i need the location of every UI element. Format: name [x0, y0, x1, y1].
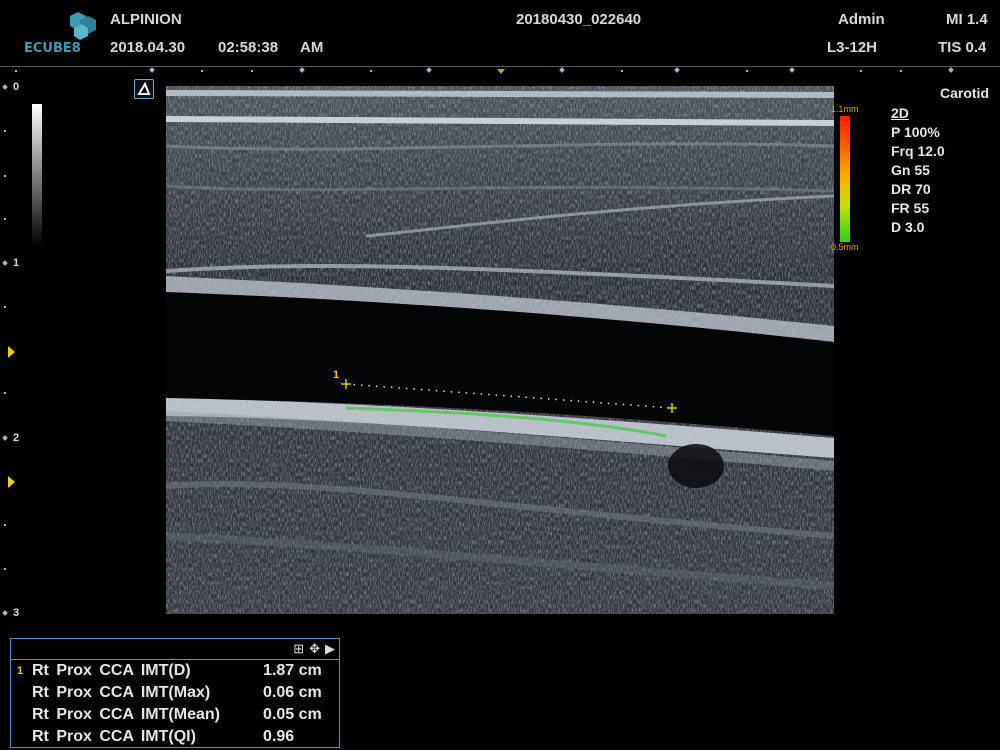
- result-index: 1: [17, 665, 24, 677]
- result-row[interactable]: Rt Prox CCA IMT(Mean) 0.05 cm: [11, 704, 339, 726]
- result-name: Rt Prox CCA IMT(D): [32, 662, 191, 679]
- imaging-mode: 2D: [891, 105, 909, 121]
- focus-marker-icon: [8, 476, 15, 488]
- param-frequency: Frq 12.0: [891, 143, 945, 159]
- study-id: 20180430_022640: [516, 11, 642, 28]
- depth-label: 3: [13, 607, 20, 619]
- depth-label: 2: [13, 432, 20, 444]
- collapse-arrow-icon[interactable]: ▶: [325, 641, 335, 656]
- result-value: 0.06 cm: [263, 684, 322, 701]
- param-power: P 100%: [891, 124, 940, 140]
- result-row[interactable]: Rt Prox CCA IMT(QI) 0.96: [11, 726, 339, 748]
- measurement-results-panel: ⊞ ✥ ▶ 1 Rt Prox CCA IMT(D) 1.87 cm Rt Prox…: [10, 638, 340, 748]
- imaging-parameters: Carotid 2D P 100% Frq 12.0 Gn 55 DR 70 F…: [891, 84, 996, 237]
- result-name: Rt Prox CCA IMT(QI): [32, 728, 196, 745]
- param-frame-rate: FR 55: [891, 200, 930, 216]
- colorbar-min: 0.5mm: [831, 242, 859, 252]
- exam-date: 2018.04.30: [110, 39, 186, 56]
- preset-name: Carotid: [940, 85, 989, 101]
- depth-ruler: 0 1 2 3: [0, 78, 30, 628]
- exam-ampm: AM: [300, 39, 324, 56]
- auto-optimize-button[interactable]: [134, 79, 154, 99]
- ecube-logo: ECUBE8: [24, 12, 96, 56]
- result-value: 0.96: [263, 728, 295, 745]
- focus-marker-icon: [8, 346, 15, 358]
- probe-name: L3-12H: [827, 39, 878, 56]
- vendor-name: ALPINION: [110, 11, 182, 28]
- lateral-ruler: [15, 67, 954, 74]
- depth-label: 0: [13, 81, 20, 93]
- brand-text: ECUBE8: [24, 41, 81, 56]
- move-icon[interactable]: ✥: [309, 641, 320, 656]
- header-bar: ECUBE8 ALPINION 2018.04.30 02:58:38 AM 2…: [0, 0, 1000, 67]
- result-name: Rt Prox CCA IMT(Max): [32, 684, 211, 701]
- thermal-index: TIS 0.4: [938, 39, 987, 56]
- result-value: 0.05 cm: [263, 706, 322, 723]
- exam-time: 02:58:38: [218, 39, 279, 56]
- result-row[interactable]: Rt Prox CCA IMT(Max) 0.06 cm: [11, 682, 339, 704]
- center-marker-icon: [497, 69, 505, 74]
- ultrasound-image[interactable]: 1: [166, 86, 834, 614]
- param-dynamic-range: DR 70: [891, 181, 931, 197]
- grayscale-bar: [32, 104, 42, 246]
- result-name: Rt Prox CCA IMT(Mean): [32, 706, 220, 723]
- depth-label: 1: [13, 257, 20, 269]
- colorbar-max: 1.1mm: [831, 104, 859, 114]
- auto-icon: [137, 81, 151, 95]
- expand-icon[interactable]: ⊞: [293, 641, 304, 656]
- caliper-label: 1: [333, 369, 339, 381]
- result-value: 1.87 cm: [263, 662, 322, 679]
- param-gain: Gn 55: [891, 162, 930, 178]
- param-depth: D 3.0: [891, 219, 925, 235]
- imt-colorbar: [840, 116, 850, 242]
- mechanical-index: MI 1.4: [946, 11, 988, 28]
- result-row[interactable]: 1 Rt Prox CCA IMT(D) 1.87 cm: [11, 660, 339, 682]
- results-panel-header: ⊞ ✥ ▶: [11, 639, 339, 660]
- user-name: Admin: [838, 11, 885, 28]
